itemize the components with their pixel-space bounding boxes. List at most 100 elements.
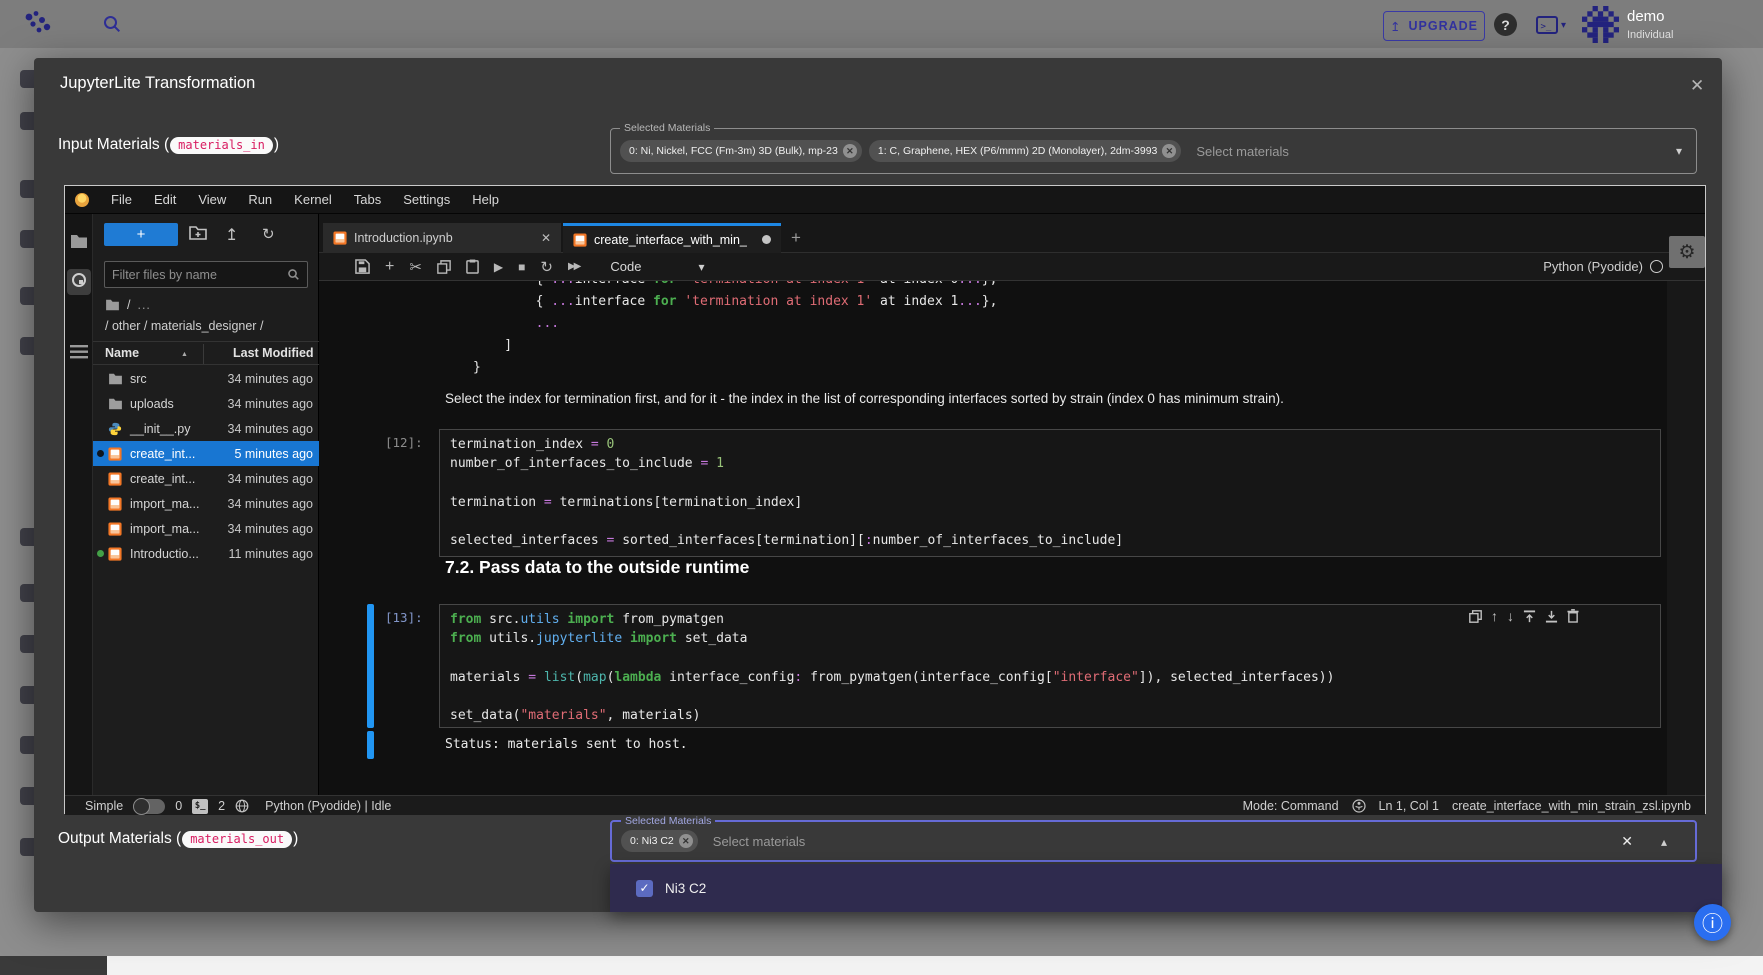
file-row[interactable]: import_ma...34 minutes ago [93,491,319,516]
delete-cell-icon[interactable] [1567,608,1579,624]
chevron-down-icon[interactable]: ▾ [698,260,704,274]
breadcrumb[interactable]: / ... [105,298,151,312]
terminal-count: 0 [175,799,182,813]
checkbox-checked-icon[interactable]: ✓ [636,880,653,897]
output-materials-select[interactable]: Selected Materials 0: Ni3 C2✕Select mate… [610,820,1697,862]
select-materials-placeholder[interactable]: Select materials [1196,144,1288,159]
menu-item-kernel[interactable]: Kernel [283,186,343,214]
column-name[interactable]: Name [105,346,139,360]
menu-item-help[interactable]: Help [461,186,510,214]
insert-cell-icon[interactable]: + [385,258,394,276]
restart-run-all-icon[interactable]: ▶▶ [568,261,579,272]
filter-files-input[interactable]: Filter files by name [104,261,308,288]
kernel-status[interactable]: Python (Pyodide) | Idle [265,799,391,813]
accessibility-icon[interactable] [1352,799,1366,813]
menu-item-settings[interactable]: Settings [392,186,461,214]
insert-cell-above-icon[interactable] [1523,608,1536,624]
upgrade-button[interactable]: ↥ UPGRADE [1383,11,1485,41]
file-name: uploads [130,397,174,411]
material-chip[interactable]: 0: Ni3 C2✕ [621,830,698,852]
restart-kernel-icon[interactable]: ↻ [540,258,553,276]
home-folder-icon [105,299,120,311]
search-icon[interactable] [102,14,122,39]
brand-logo-icon[interactable] [22,8,52,43]
menu-item-edit[interactable]: Edit [143,186,187,214]
close-icon[interactable]: ✕ [541,231,551,245]
file-row[interactable]: uploads34 minutes ago [93,391,319,416]
select-materials-placeholder[interactable]: Select materials [713,834,805,849]
file-row[interactable]: Introductio...11 minutes ago [93,541,319,566]
notebook-content: { ...interface for 'termination at index… [319,281,1667,795]
help-button[interactable]: ? [1494,13,1517,36]
file-browser-icon[interactable] [70,234,88,254]
chip-remove-icon[interactable]: ✕ [843,144,857,158]
notebook-icon [108,472,122,486]
file-modified: 34 minutes ago [228,472,313,486]
console-menu-button[interactable]: >_ ▾ [1536,16,1566,34]
menu-item-tabs[interactable]: Tabs [343,186,392,214]
file-row[interactable]: create_int...5 minutes ago [93,441,319,466]
section-heading[interactable]: 7.2. Pass data to the outside runtime [445,557,749,578]
menu-item-file[interactable]: File [100,186,143,214]
kernel-name[interactable]: Python (Pyodide) [1543,259,1643,274]
gear-icon[interactable]: ⚙ [1669,236,1705,268]
running-kernels-icon[interactable] [67,269,91,295]
file-row[interactable]: src34 minutes ago [93,366,319,391]
cursor-position[interactable]: Ln 1, Col 1 [1379,799,1439,813]
copy-icon[interactable] [437,260,451,274]
duplicate-cell-icon[interactable] [1469,608,1482,624]
kernel-running-icon [97,550,104,557]
chevron-up-icon[interactable]: ▴ [1661,835,1667,849]
chevron-down-icon[interactable]: ▾ [1676,144,1682,158]
dropdown-option[interactable]: ✓Ni3 C2 [610,864,1722,912]
tab-create-interface[interactable]: create_interface_with_min_ [563,223,781,253]
move-cell-up-icon[interactable]: ↑ [1491,608,1498,624]
jupyterlite-transformation-dialog: JupyterLite Transformation ✕ Input Mater… [34,58,1722,912]
file-row[interactable]: create_int...34 minutes ago [93,466,319,491]
jupyter-menu-bar: FileEditViewRunKernelTabsSettingsHelp [65,186,1705,214]
kernel-status-icon[interactable] [1650,260,1663,273]
file-list-header[interactable]: Name ▲ Last Modified [93,341,319,365]
material-chip[interactable]: 1: C, Graphene, HEX (P6/mmm) 2D (Monolay… [869,140,1182,162]
command-mode-indicator[interactable]: Mode: Command [1243,799,1339,813]
close-icon[interactable]: ✕ [1686,72,1708,100]
markdown-cell[interactable]: Select the index for termination first, … [445,391,1284,406]
menu-item-view[interactable]: View [187,186,237,214]
upload-icon[interactable]: ↥ [225,225,238,245]
menu-item-run[interactable]: Run [237,186,283,214]
clear-icon[interactable]: ✕ [1621,833,1633,850]
chip-remove-icon[interactable]: ✕ [679,834,693,848]
current-path: / other / materials_designer / [105,319,263,333]
new-launcher-button[interactable]: + [104,223,178,246]
run-icon[interactable]: ▶ [494,260,503,274]
insert-cell-below-icon[interactable] [1545,608,1558,624]
save-icon[interactable] [355,259,370,274]
tab-introduction[interactable]: Introduction.ipynb ✕ [323,223,561,253]
notebook-icon [108,522,122,536]
file-row[interactable]: import_ma...34 minutes ago [93,516,319,541]
breadcrumb-ellipsis[interactable]: ... [137,298,150,312]
table-of-contents-icon[interactable] [70,345,88,364]
material-chip[interactable]: 0: Ni, Nickel, FCC (Fm-3m) 3D (Bulk), mp… [620,140,862,162]
chip-remove-icon[interactable]: ✕ [1162,144,1176,158]
add-tab-icon[interactable]: + [791,228,801,248]
avatar[interactable] [1582,6,1619,43]
code-cell-12[interactable]: termination_index = 0number_of_interface… [439,429,1661,557]
file-modified: 11 minutes ago [228,547,313,561]
simple-mode-toggle[interactable] [133,799,165,814]
info-button[interactable]: ⓘ [1694,904,1731,941]
cell-type-select[interactable]: Code [610,259,641,274]
stop-icon[interactable]: ■ [518,260,525,274]
move-cell-down-icon[interactable]: ↓ [1507,608,1514,624]
input-materials-select[interactable]: Selected Materials 0: Ni, Nickel, FCC (F… [610,128,1697,174]
new-folder-icon[interactable] [189,225,207,245]
user-name: demo [1627,8,1665,25]
column-last-modified[interactable]: Last Modified [233,346,314,360]
refresh-icon[interactable]: ↻ [262,225,275,243]
scrollbar[interactable] [1667,281,1705,795]
output-indicator [367,731,374,759]
paste-icon[interactable] [466,259,479,274]
file-row[interactable]: __init__.py34 minutes ago [93,416,319,441]
cut-icon[interactable]: ✂ [409,258,422,276]
file-name: src [130,372,147,386]
